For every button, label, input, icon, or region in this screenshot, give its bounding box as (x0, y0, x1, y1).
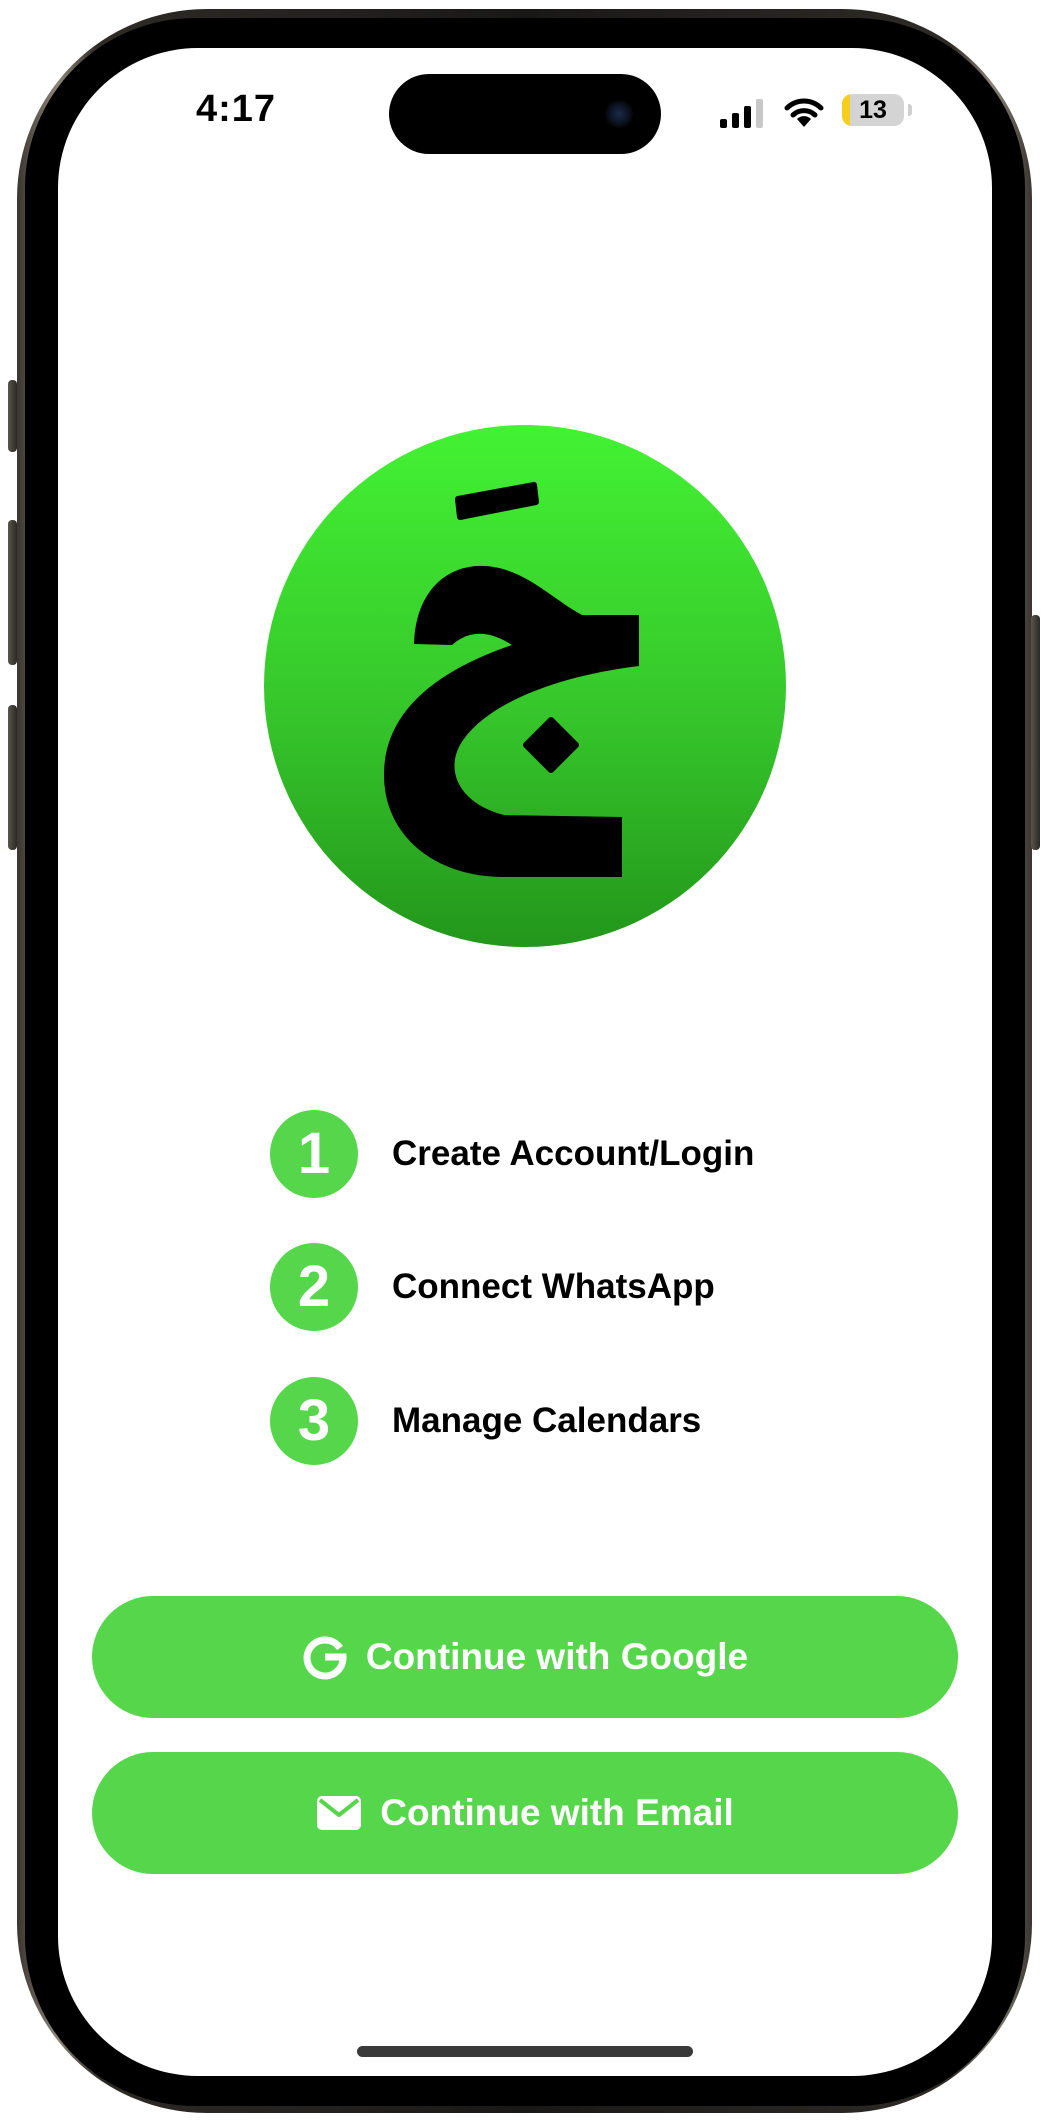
step-number-badge: 2 (270, 1243, 358, 1331)
step-item: 3 Manage Calendars (270, 1377, 830, 1465)
app-logo (264, 425, 786, 947)
battery-icon: 13 (842, 94, 904, 126)
step-number-badge: 1 (270, 1110, 358, 1198)
email-button-label: Continue with Email (380, 1792, 734, 1833)
step-item: 2 Connect WhatsApp (270, 1243, 830, 1331)
battery-nub (908, 104, 912, 116)
app-screen: 4:17 13 1 Create Account/Login 2 Connect… (58, 48, 992, 2076)
power-button (1031, 615, 1040, 850)
arabic-letter-jeem-logo-icon (384, 482, 639, 877)
google-button-label: Continue with Google (365, 1636, 749, 1677)
envelope-icon (316, 1795, 362, 1831)
google-icon (302, 1634, 348, 1680)
battery-percentage: 13 (859, 96, 887, 124)
action-button (8, 380, 17, 452)
dynamic-island (389, 74, 661, 154)
continue-with-google-button[interactable]: Continue with Google (92, 1596, 958, 1718)
cellular-signal-icon (720, 96, 770, 128)
step-label: Create Account/Login (392, 1134, 755, 1173)
wifi-icon (784, 98, 824, 127)
step-label: Connect WhatsApp (392, 1267, 715, 1306)
status-time: 4:17 (196, 88, 277, 130)
step-label: Manage Calendars (392, 1401, 702, 1440)
step-number-badge: 3 (270, 1377, 358, 1465)
front-camera-icon (605, 100, 633, 128)
home-indicator[interactable] (357, 2046, 693, 2057)
volume-down-button (8, 705, 17, 850)
step-item: 1 Create Account/Login (270, 1110, 830, 1198)
volume-up-button (8, 520, 17, 665)
continue-with-email-button[interactable]: Continue with Email (92, 1752, 958, 1874)
